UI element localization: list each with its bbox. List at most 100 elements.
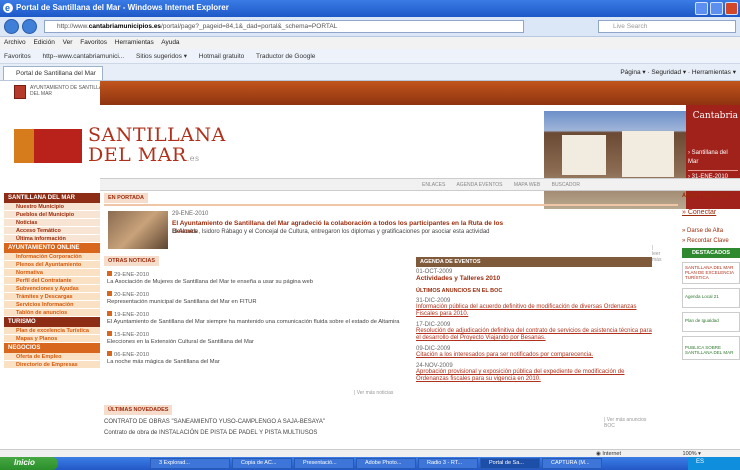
- register-link[interactable]: » Darse de Alta: [682, 228, 740, 234]
- taskbar-item[interactable]: Radio 3 - RT...: [418, 458, 478, 469]
- taskbar-item[interactable]: Adobe Photo...: [356, 458, 416, 469]
- util-enlaces[interactable]: ENLACES: [422, 182, 445, 188]
- nav-item[interactable]: Tablón de anuncios: [4, 309, 100, 317]
- util-agenda[interactable]: AGENDA EVENTOS: [456, 182, 502, 188]
- boc-link[interactable]: Resolución de adjudicación definitiva de…: [416, 328, 652, 342]
- read-more-link[interactable]: | leer más: [652, 245, 661, 263]
- agenda-event[interactable]: Actividades y Talleres 2010: [416, 275, 652, 282]
- taskbar-item-active[interactable]: Portal de Sa...: [480, 458, 540, 469]
- fav-link-1[interactable]: http--www.cantabriamunici...: [43, 53, 125, 60]
- boc-link[interactable]: Información pública del acuerdo definiti…: [416, 304, 652, 318]
- remember-link[interactable]: » Recordar Clave: [682, 238, 740, 244]
- nav-item[interactable]: Plenos del Ayuntamiento: [4, 261, 100, 269]
- nav-item[interactable]: Última información: [4, 235, 100, 243]
- nav-section-santillana: SANTILLANA DEL MAR: [4, 193, 100, 203]
- portada-tab: EN PORTADA: [104, 193, 148, 203]
- more-news-link[interactable]: | Ver más noticias: [354, 390, 393, 396]
- right-sidebar: ÁREA PERSONAL » Conectar » Darse de Alta…: [682, 193, 740, 457]
- security-menu[interactable]: Seguridad ▾: [651, 69, 686, 76]
- minimize-button[interactable]: [695, 2, 708, 15]
- nav-item[interactable]: Mapas y Planos: [4, 335, 100, 343]
- more-boc-link[interactable]: | Ver más anuncios BOC: [604, 417, 652, 429]
- featured-title: DESTACADOS: [682, 248, 740, 258]
- news-text: El Ayuntamiento de Santillana del Mar si…: [107, 319, 400, 325]
- menu-ayuda[interactable]: Ayuda: [161, 39, 179, 46]
- other-news: OTRAS NOTICIAS 29-ENE-2010 La Asociación …: [104, 256, 414, 396]
- update-item[interactable]: Contrato de obra de INSTALACIÓN DE PISTA…: [104, 430, 414, 436]
- cantabria-logo: Cantabria: [692, 111, 738, 121]
- nav-item[interactable]: Trámites y Descargas: [4, 293, 100, 301]
- taskbar-item[interactable]: 3 Explorad...: [150, 458, 230, 469]
- menu-archivo[interactable]: Archivo: [4, 39, 26, 46]
- taskbar-item[interactable]: Presentació...: [294, 458, 354, 469]
- news-date: 06-ENE-2010: [107, 351, 414, 359]
- address-input[interactable]: http://www.cantabriamunicipios.es/portal…: [44, 20, 524, 33]
- update-item[interactable]: CONTRATO DE OBRAS "SANEAMIENTO YUSO-CAMP…: [104, 419, 414, 425]
- utility-bar: ENLACES AGENDA EVENTOS MAPA WEB BUSCADOR: [100, 178, 740, 191]
- nav-item[interactable]: Acceso Temático: [4, 227, 100, 235]
- news-text: La noche más mágica de Santillana del Ma…: [107, 359, 220, 365]
- nav-item[interactable]: Normativa: [4, 269, 100, 277]
- cantabria-link[interactable]: › Santillana del Mar: [688, 149, 738, 167]
- news-item[interactable]: 19-ENE-2010 El Ayuntamiento de Santillana…: [107, 311, 414, 326]
- featured-date: 29-ENE-2010: [172, 211, 209, 217]
- util-buscador[interactable]: BUSCADOR: [552, 182, 580, 188]
- util-mapa[interactable]: MAPA WEB: [514, 182, 540, 188]
- favorites-bar: Favoritos http--www.cantabriamunici... S…: [0, 49, 740, 64]
- tab-bar: Portal de Santillana del Mar Página ▾ · …: [0, 64, 740, 81]
- nav-item[interactable]: Plan de excelencia Turística: [4, 327, 100, 335]
- agenda21-banner[interactable]: Agenda Local 21: [682, 288, 740, 308]
- url-rest: /portal/page?_pageid=84,1&_dad=portal&_s…: [161, 23, 338, 30]
- igualdad-banner[interactable]: Plan de Igualdad: [682, 312, 740, 332]
- excelencia-banner[interactable]: SANTILLANA DEL MAR PLAN DE EXCELENCIA TUR…: [682, 262, 740, 284]
- nav-item[interactable]: Oferta de Empleo: [4, 353, 100, 361]
- maximize-button[interactable]: [710, 2, 723, 15]
- connect-link[interactable]: » Conectar: [682, 209, 740, 216]
- page-menu[interactable]: Página ▾: [620, 69, 645, 76]
- fav-link-3[interactable]: Hotmail gratuito: [199, 53, 245, 60]
- boc-link[interactable]: Aprobación provisional y exposición públ…: [416, 369, 652, 383]
- news-item[interactable]: 29-ENE-2010 La Asociación de Mujeres de S…: [107, 271, 414, 286]
- menu-ver[interactable]: Ver: [63, 39, 73, 46]
- taskbar-item[interactable]: Copia de AC...: [232, 458, 292, 469]
- nav-item[interactable]: Información Corporación: [4, 253, 100, 261]
- header-photo: [544, 111, 686, 209]
- news-item[interactable]: 06-ENE-2010 La noche más mágica de Santil…: [107, 351, 414, 366]
- tab-portal[interactable]: Portal de Santillana del Mar: [3, 66, 103, 80]
- nav-item[interactable]: Noticias: [4, 219, 100, 227]
- boc-link[interactable]: Citación a los interesados para ser noti…: [416, 352, 652, 359]
- nav-item[interactable]: Nuestro Municipio: [4, 203, 100, 211]
- news-item[interactable]: 20-ENE-2010 Representación municipal de S…: [107, 291, 414, 306]
- nav-item[interactable]: Subvenciones y Ayudas: [4, 285, 100, 293]
- news-date: 29-ENE-2010: [107, 271, 414, 279]
- forward-button[interactable]: [22, 19, 37, 34]
- site-logo[interactable]: SANTILLANA DEL MAR.es: [14, 125, 234, 181]
- fav-link-4[interactable]: Traductor de Google: [256, 53, 315, 60]
- window-titlebar: e Portal de Santillana del Mar - Windows…: [0, 0, 740, 17]
- news-item[interactable]: 15-ENE-2010 Elecciones en la Extensión Cu…: [107, 331, 414, 346]
- munic-label: AYUNTAMIENTO DE SANTILLANA DEL MAR: [30, 85, 109, 97]
- favorites-button[interactable]: Favoritos: [4, 53, 31, 60]
- web-page: AYUNTAMIENTO DE SANTILLANA DEL MAR SANTI…: [0, 81, 740, 457]
- header-bar: [100, 81, 740, 105]
- search-input[interactable]: Live Search: [598, 20, 736, 33]
- nav-item[interactable]: Directorio de Empresas: [4, 361, 100, 369]
- fav-link-2[interactable]: Sitios sugeridos ▾: [136, 53, 187, 60]
- taskbar-item[interactable]: CAPTURA (M...: [542, 458, 602, 469]
- status-bar: ◉ Internet 100% ▾: [0, 449, 740, 457]
- tools-menu[interactable]: Herramientas ▾: [692, 69, 736, 76]
- menu-herramientas[interactable]: Herramientas: [115, 39, 154, 46]
- ie-icon: e: [3, 3, 13, 13]
- close-button[interactable]: [725, 2, 738, 15]
- featured-text: El Alcalde, Isidoro Rábago y el Concejal…: [172, 229, 490, 235]
- back-button[interactable]: [4, 19, 19, 34]
- nav-item[interactable]: Perfil del Contratante: [4, 277, 100, 285]
- municipality-logo[interactable]: AYUNTAMIENTO DE SANTILLANA DEL MAR: [14, 85, 114, 99]
- menu-edicion[interactable]: Edición: [34, 39, 55, 46]
- menu-favoritos[interactable]: Favoritos: [80, 39, 107, 46]
- logo-text: SANTILLANA DEL MAR.es: [88, 125, 226, 169]
- publica-banner[interactable]: PUBLICA SOBRE SANTILLANA DEL MAR: [682, 336, 740, 360]
- start-button[interactable]: Inicio: [0, 457, 58, 470]
- nav-item[interactable]: Servicios Información: [4, 301, 100, 309]
- nav-item[interactable]: Pueblos del Municipio: [4, 211, 100, 219]
